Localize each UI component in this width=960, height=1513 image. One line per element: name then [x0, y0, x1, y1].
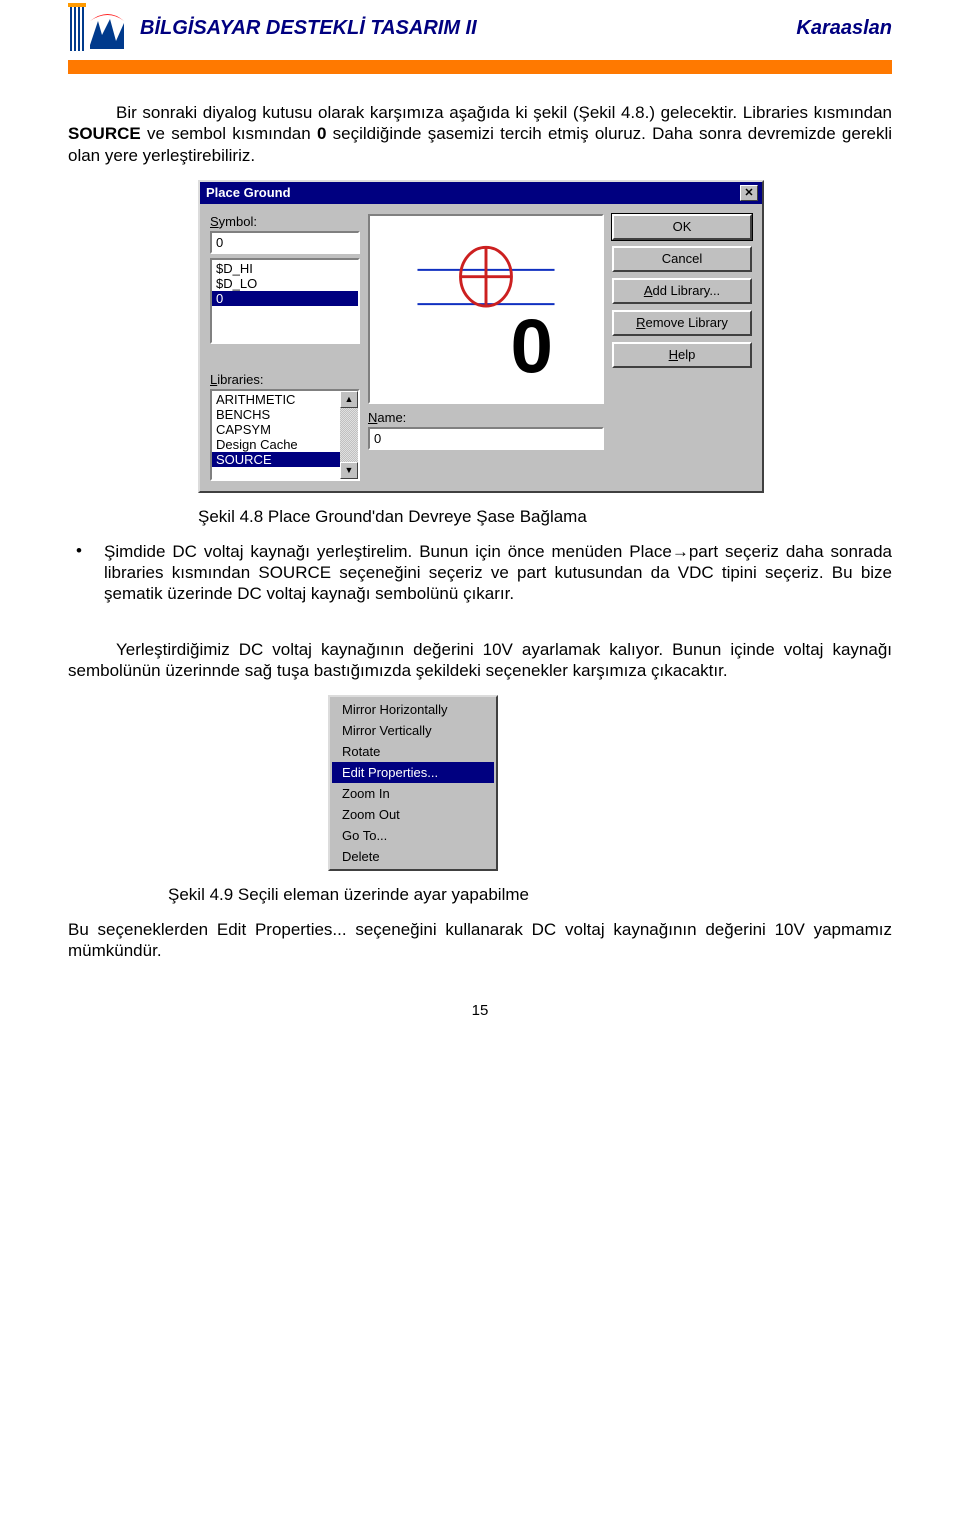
course-title: BİLGİSAYAR DESTEKLİ TASARIM II — [140, 17, 796, 40]
symbol-label: Symbol: — [210, 214, 360, 229]
figure-caption-4-8: Şekil 4.8 Place Ground'dan Devreye Şase … — [198, 507, 892, 527]
svg-text:0: 0 — [510, 304, 552, 389]
scroll-down-icon[interactable]: ▼ — [340, 462, 358, 479]
menu-item[interactable]: Zoom Out — [332, 804, 494, 825]
scrollbar[interactable]: ▲ ▼ — [340, 391, 358, 479]
page-number: 15 — [68, 1002, 892, 1019]
figure-caption-4-9: Şekil 4.9 Seçili eleman üzerinde ayar ya… — [168, 885, 892, 905]
menu-item[interactable]: Zoom In — [332, 783, 494, 804]
place-ground-dialog: Place Ground ✕ Symbol: 0 $D_HI$D_LO0 Lib… — [198, 180, 764, 493]
libraries-listbox[interactable]: ARITHMETICBENCHSCAPSYMDesign CacheSOURCE… — [210, 389, 360, 481]
menu-item[interactable]: Mirror Horizontally — [332, 699, 494, 720]
menu-item[interactable]: Rotate — [332, 741, 494, 762]
bullet-icon: • — [68, 541, 104, 605]
list-item[interactable]: BENCHS — [212, 407, 340, 422]
cancel-button[interactable]: Cancel — [612, 246, 752, 272]
list-item[interactable]: 0 — [212, 291, 358, 306]
header-divider — [68, 60, 892, 74]
libraries-label: Libraries: — [210, 372, 360, 387]
author-name: Karaaslan — [796, 17, 892, 40]
paragraph-voltage: Yerleştirdiğimiz DC voltaj kaynağının de… — [68, 639, 892, 682]
list-item[interactable]: $D_LO — [212, 276, 358, 291]
help-button[interactable]: Help — [612, 342, 752, 368]
list-item[interactable]: $D_HI — [212, 261, 358, 276]
list-item[interactable]: ARITHMETIC — [212, 392, 340, 407]
close-icon[interactable]: ✕ — [740, 185, 758, 201]
scroll-up-icon[interactable]: ▲ — [340, 391, 358, 408]
symbol-listbox[interactable]: $D_HI$D_LO0 — [210, 258, 360, 344]
menu-item[interactable]: Go To... — [332, 825, 494, 846]
bullet-text: Şimdide DC voltaj kaynağı yerleştirelim.… — [104, 541, 892, 605]
ok-button[interactable]: OK — [612, 214, 752, 240]
paragraph-intro: Bir sonraki diyalog kutusu olarak karşım… — [68, 102, 892, 166]
name-label: Name: — [368, 410, 604, 425]
bullet-item: • Şimdide DC voltaj kaynağı yerleştireli… — [68, 541, 892, 605]
menu-item[interactable]: Delete — [332, 846, 494, 867]
context-menu: Mirror HorizontallyMirror VerticallyRota… — [328, 695, 498, 871]
list-item[interactable]: SOURCE — [212, 452, 340, 467]
page-header: BİLGİSAYAR DESTEKLİ TASARIM II Karaaslan — [68, 0, 892, 56]
paragraph-edit-properties: Bu seçeneklerden Edit Properties... seçe… — [68, 919, 892, 962]
dialog-title: Place Ground — [206, 185, 291, 200]
list-item[interactable]: CAPSYM — [212, 422, 340, 437]
dialog-titlebar: Place Ground ✕ — [200, 182, 762, 204]
menu-item[interactable]: Edit Properties... — [332, 762, 494, 783]
menu-item[interactable]: Mirror Vertically — [332, 720, 494, 741]
university-logo — [68, 1, 128, 55]
remove-library-button[interactable]: Remove Library — [612, 310, 752, 336]
symbol-input[interactable]: 0 — [210, 231, 360, 254]
list-item[interactable]: Design Cache — [212, 437, 340, 452]
add-library-button[interactable]: Add Library... — [612, 278, 752, 304]
name-input[interactable]: 0 — [368, 427, 604, 450]
symbol-preview: 0 — [368, 214, 604, 404]
